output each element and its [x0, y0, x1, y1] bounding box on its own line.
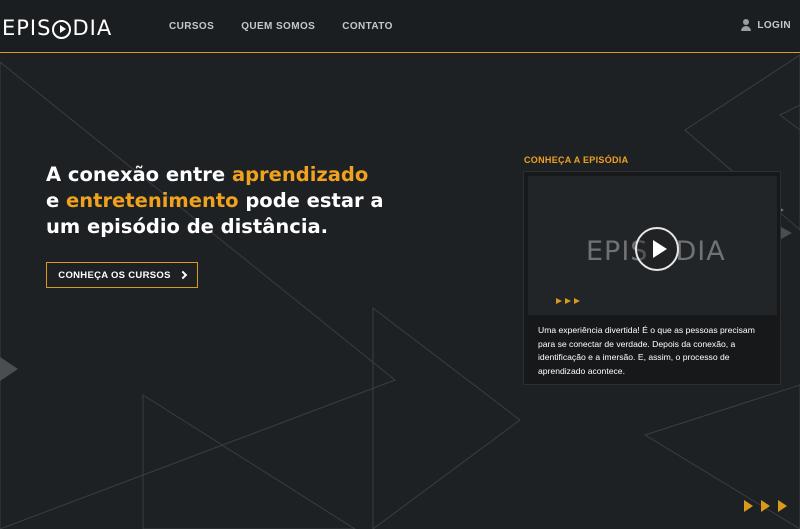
login-label: LOGIN	[757, 19, 791, 31]
hero-headline: A conexão entre aprendizado e entretenim…	[46, 162, 426, 240]
play-icon[interactable]	[635, 227, 679, 271]
arrow-icon	[574, 298, 580, 304]
site-header: EPIS DIA CURSOS QUEM SOMOS CONTATO LOGIN	[0, 0, 800, 53]
hero-line1-text: A conexão entre	[46, 163, 232, 186]
hero-accent-aprendizado: aprendizado	[231, 163, 369, 186]
user-icon	[740, 19, 752, 31]
nav-link-contato[interactable]: CONTATO	[342, 21, 393, 32]
episodia-logo[interactable]: EPIS DIA	[2, 14, 112, 42]
video-section-label: CONHEÇA A EPISÓDIA	[524, 155, 629, 165]
arrow-icon	[565, 298, 571, 304]
video-description: Uma experiência divertida! É o que as pe…	[538, 325, 755, 376]
logo-text-prefix: EPIS	[2, 16, 52, 40]
arrow-icon	[778, 500, 787, 512]
arrow-icon	[556, 298, 562, 304]
hero-accent-entretenimento: entretenimento	[66, 189, 239, 212]
bottom-arrows-decor	[744, 500, 787, 512]
nav-link-quem-somos[interactable]: QUEM SOMOS	[241, 21, 315, 32]
nav-link-cursos[interactable]: CURSOS	[169, 21, 214, 32]
main-nav: CURSOS QUEM SOMOS CONTATO	[169, 21, 420, 32]
chevron-right-icon	[178, 270, 187, 280]
hero-line3-text: um episódio de distância.	[46, 215, 329, 238]
video-player[interactable]: EPIS DIA	[528, 176, 777, 315]
arrow-icon	[761, 500, 770, 512]
hero-line2-start: e	[46, 189, 67, 212]
video-card: EPIS DIA Uma experiência divertida! É o q…	[523, 171, 781, 385]
video-arrows-decor	[556, 298, 580, 304]
logo-text-suffix: DIA	[72, 16, 113, 40]
login-button[interactable]: LOGIN	[740, 19, 791, 31]
arrow-icon	[744, 500, 753, 512]
hero-line2-text: pode estar a	[238, 189, 384, 212]
cta-label: CONHEÇA OS CURSOS	[58, 269, 171, 281]
logo-play-icon	[52, 19, 72, 39]
conheca-cursos-button[interactable]: CONHEÇA OS CURSOS	[46, 262, 198, 288]
video-logo-suffix: DIA	[675, 236, 726, 267]
